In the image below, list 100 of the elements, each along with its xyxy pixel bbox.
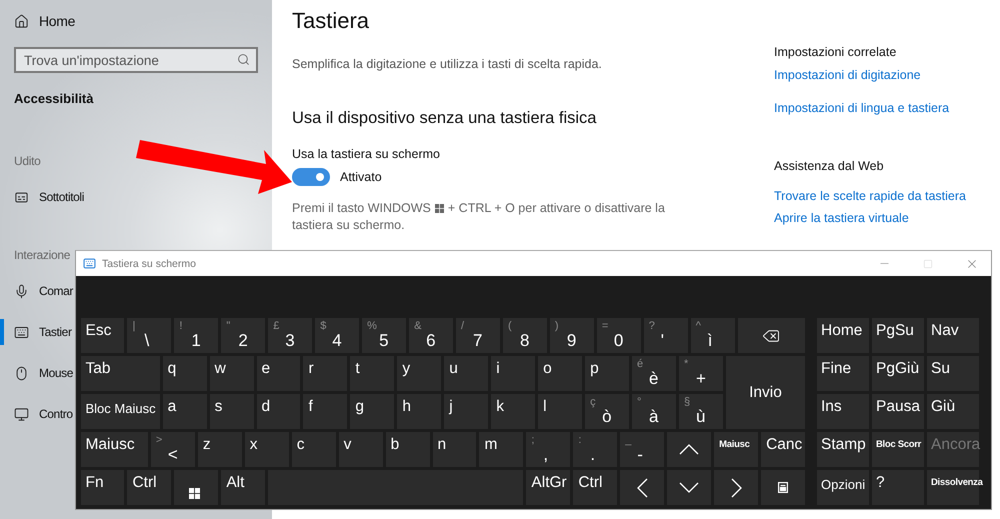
- key[interactable]: Bloc Scorr: [872, 432, 924, 467]
- nav-item[interactable]: Contro: [0, 403, 73, 425]
- key[interactable]: PgSu: [872, 318, 924, 353]
- key[interactable]: PgGiù: [872, 356, 924, 391]
- key[interactable]: x: [244, 432, 289, 467]
- key[interactable]: Su: [927, 356, 979, 391]
- key[interactable]: " 2: [221, 318, 266, 353]
- key[interactable]: y: [397, 356, 442, 391]
- key[interactable]: Canc: [761, 432, 806, 467]
- key[interactable]: Home: [817, 318, 869, 353]
- windows-icon: [189, 488, 200, 499]
- key[interactable]: b: [386, 432, 430, 467]
- related-link[interactable]: Aprire la tastiera virtuale: [774, 211, 966, 225]
- search-field[interactable]: Trova un'impostazione: [14, 47, 258, 73]
- key[interactable]: [174, 470, 218, 505]
- key[interactable]: a: [162, 394, 207, 429]
- key[interactable]: ) 9: [550, 318, 594, 353]
- key[interactable]: v: [338, 432, 383, 467]
- key[interactable]: Esc: [80, 318, 124, 353]
- hint-text: Premi il tasto WINDOWS: [292, 200, 431, 217]
- key[interactable]: ç ò: [585, 394, 630, 429]
- key[interactable]: f: [303, 394, 348, 429]
- key[interactable]: u: [444, 356, 488, 391]
- key[interactable]: g: [350, 394, 394, 429]
- key[interactable]: i: [491, 356, 536, 391]
- key[interactable]: Fn: [80, 470, 124, 505]
- key[interactable]: s: [210, 394, 254, 429]
- key[interactable]: / 7: [456, 318, 500, 353]
- monitor-icon: [14, 406, 29, 422]
- key[interactable]: e: [256, 356, 300, 391]
- key[interactable]: ( 8: [502, 318, 547, 353]
- home-item[interactable]: Home: [0, 10, 76, 32]
- home-icon: [14, 14, 29, 28]
- nav-item[interactable]: Comar: [0, 280, 74, 302]
- key[interactable]: Nav: [927, 318, 979, 353]
- keyboard-icon: [14, 324, 29, 340]
- key[interactable]: Maiusc: [80, 432, 148, 467]
- key[interactable]: £ 3: [268, 318, 312, 353]
- key[interactable]: j: [444, 394, 488, 429]
- key[interactable]: z: [198, 432, 242, 467]
- toggle-switch[interactable]: [292, 168, 330, 186]
- key[interactable]: | \: [127, 318, 172, 353]
- group-title: Interazione: [14, 248, 70, 262]
- microphone-icon: [14, 284, 29, 298]
- key[interactable]: AltGr: [526, 470, 570, 505]
- key[interactable]: ?: [872, 470, 924, 505]
- key[interactable]: h: [397, 394, 442, 429]
- key[interactable]: * +: [678, 356, 723, 391]
- key[interactable]: r: [303, 356, 348, 391]
- related-link[interactable]: Trovare le scelte rapide da tastiera: [774, 189, 966, 203]
- nav-item[interactable]: Sottotitoli: [0, 186, 84, 208]
- key[interactable]: & 6: [409, 318, 453, 353]
- key[interactable]: Pausa: [872, 394, 924, 429]
- key[interactable]: n: [432, 432, 476, 467]
- key[interactable]: Tab: [80, 356, 160, 391]
- toggle-state: Attivato: [340, 170, 382, 184]
- key[interactable]: Opzioni: [817, 470, 869, 505]
- key[interactable]: q: [162, 356, 207, 391]
- key[interactable]: w: [210, 356, 254, 391]
- key[interactable]: ^ ì: [690, 318, 735, 353]
- nav-item[interactable]: Tastier: [0, 321, 72, 343]
- key[interactable]: Fine: [817, 356, 869, 391]
- key[interactable]: ; ,: [526, 432, 570, 467]
- key[interactable]: k: [491, 394, 536, 429]
- key[interactable]: p: [585, 356, 630, 391]
- key[interactable]: ! 1: [174, 318, 218, 353]
- key[interactable]: d: [256, 394, 300, 429]
- key[interactable]: > <: [150, 432, 195, 467]
- chevron-right-icon: [730, 478, 742, 498]
- key[interactable]: = 0: [596, 318, 641, 353]
- page-description: Semplifica la digitazione e utilizza i tasti di scelta rapida.: [292, 57, 603, 71]
- key[interactable]: Ctrl: [127, 470, 172, 505]
- key[interactable]: ? ': [644, 318, 688, 353]
- key[interactable]: l: [538, 394, 582, 429]
- key[interactable]: $ 4: [315, 318, 360, 353]
- key[interactable]: § ù: [678, 394, 723, 429]
- key[interactable]: Giù: [927, 394, 979, 429]
- key[interactable]: [761, 470, 806, 505]
- key[interactable]: Ins: [817, 394, 869, 429]
- related-link[interactable]: Impostazioni di digitazione: [774, 68, 966, 82]
- related-link[interactable]: Impostazioni di lingua e tastiera: [774, 101, 966, 115]
- key[interactable]: Stamp: [817, 432, 869, 467]
- key[interactable]: o: [538, 356, 582, 391]
- window-title: Tastiera su schermo: [102, 258, 197, 270]
- key[interactable]: m: [479, 432, 524, 467]
- key[interactable]: : .: [573, 432, 618, 467]
- mouse-icon: [14, 366, 29, 380]
- nav-item[interactable]: Mouse: [0, 362, 74, 384]
- key[interactable]: Ctrl: [573, 470, 618, 505]
- key[interactable]: t: [350, 356, 394, 391]
- key[interactable]: Bloc Maiusc: [80, 394, 160, 429]
- captions-icon: [14, 190, 29, 204]
- key[interactable]: ° à: [632, 394, 676, 429]
- key[interactable]: Maiusc: [714, 432, 758, 467]
- key[interactable]: _ -: [620, 432, 664, 467]
- key[interactable]: Alt: [221, 470, 266, 505]
- enter-key[interactable]: Invio: [726, 356, 806, 429]
- key[interactable]: é è: [632, 356, 676, 391]
- key[interactable]: c: [292, 432, 336, 467]
- key[interactable]: % 5: [362, 318, 406, 353]
